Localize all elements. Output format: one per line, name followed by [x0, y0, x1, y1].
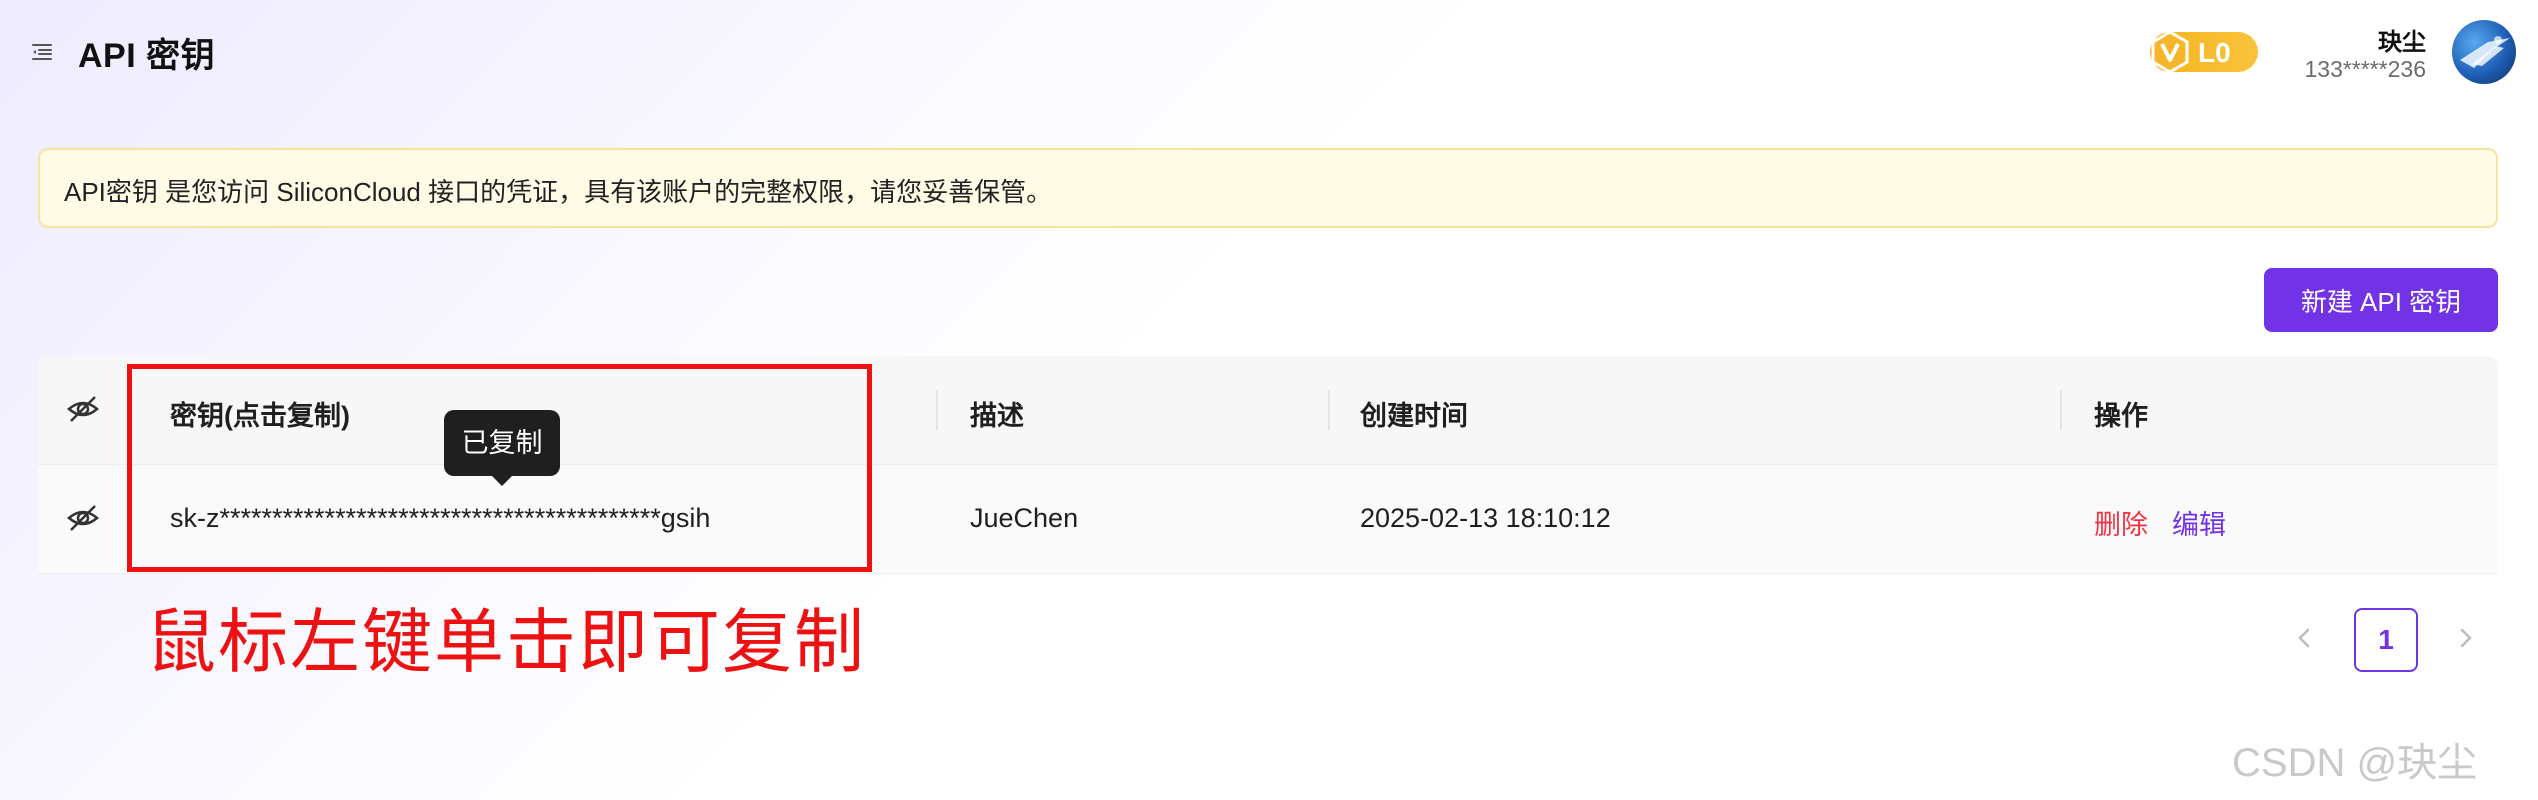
column-divider — [1328, 390, 1330, 430]
new-api-key-button[interactable]: 新建 API 密钥 — [2264, 268, 2498, 332]
notice-text: API密钥 是您访问 SiliconCloud 接口的凭证，具有该账户的完整权限… — [64, 177, 1053, 207]
copied-tooltip: 已复制 — [444, 410, 560, 486]
chevron-left-icon[interactable] — [2284, 618, 2324, 658]
avatar[interactable] — [2452, 20, 2516, 84]
api-key-notice: API密钥 是您访问 SiliconCloud 接口的凭证，具有该账户的完整权限… — [38, 148, 2498, 228]
level-badge[interactable]: L0 — [2150, 30, 2258, 74]
delete-link[interactable]: 删除 — [2094, 503, 2148, 542]
user-name: 玦尘 — [2378, 29, 2426, 56]
column-header-description: 描述 — [970, 401, 1024, 431]
toggle-visibility-icon[interactable] — [66, 503, 100, 533]
key-created-time: 2025-02-13 18:10:12 — [1360, 503, 1611, 533]
column-divider — [2060, 390, 2062, 430]
key-description: JueChen — [970, 503, 1079, 533]
user-phone: 133*****236 — [2304, 56, 2426, 82]
avatar-image-icon — [2460, 36, 2510, 68]
toggle-visibility-all-icon[interactable] — [66, 394, 100, 424]
annotation-text: 鼠标左键单击即可复制 — [146, 603, 866, 681]
column-header-actions: 操作 — [2094, 401, 2148, 431]
page-title: API 密钥 — [78, 37, 216, 75]
level-label: L0 — [2198, 37, 2231, 68]
pagination-page[interactable]: 1 — [2354, 608, 2418, 672]
menu-collapse-icon[interactable] — [30, 40, 54, 64]
vip-icon — [2151, 30, 2189, 74]
column-header-created: 创建时间 — [1360, 401, 1468, 431]
edit-link[interactable]: 编辑 — [2172, 503, 2226, 542]
chevron-right-icon[interactable] — [2446, 618, 2486, 658]
watermark: CSDN @玦尘 — [2232, 741, 2478, 785]
column-divider — [936, 390, 938, 430]
header: API 密钥 L0 玦尘 133*****236 — [0, 0, 2538, 104]
